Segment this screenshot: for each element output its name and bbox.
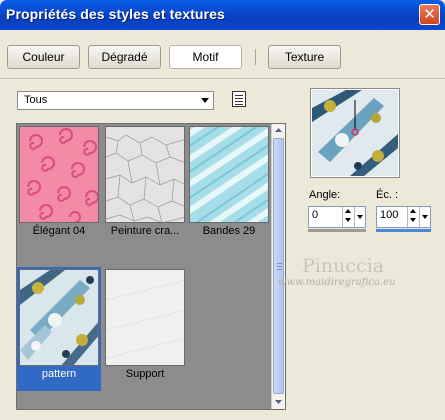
pink-swirl-pattern-icon	[19, 126, 99, 223]
gallery-item-caption: Peinture cra...	[110, 225, 180, 237]
pattern-gallery: Élégant 04 Peinture cra... Bandes 29 pat…	[16, 123, 286, 410]
divider	[0, 78, 445, 79]
scale-slider[interactable]	[376, 229, 431, 232]
white-texture-pattern-icon	[105, 269, 185, 366]
watermark-name: Pinuccia	[302, 255, 385, 277]
category-dropdown[interactable]: Tous	[17, 91, 214, 110]
angle-dropdown[interactable]	[354, 207, 365, 227]
scale-stepper[interactable]	[407, 207, 418, 227]
scroll-down-icon[interactable]	[272, 395, 285, 408]
tab-couleur[interactable]: Couleur	[7, 45, 80, 69]
angle-stepper[interactable]	[342, 207, 353, 227]
watermark-url: www.maidiregrafica.eu	[278, 277, 396, 288]
scroll-up-icon[interactable]	[272, 124, 285, 137]
gallery-scrollbar[interactable]	[271, 124, 285, 409]
blue-stripes-pattern-icon	[189, 126, 269, 223]
angle-slider[interactable]	[308, 229, 366, 232]
crackle-paint-pattern-icon	[105, 126, 185, 223]
close-button[interactable]: ✕	[419, 4, 440, 25]
angle-field[interactable]: 0	[308, 206, 366, 228]
gallery-item-elegant-04[interactable]: Élégant 04	[19, 126, 99, 242]
gallery-item-caption: Bandes 29	[202, 225, 256, 237]
pattern-preview[interactable]	[310, 88, 400, 178]
scale-dropdown[interactable]	[419, 207, 430, 227]
gallery-item-caption: Support	[125, 368, 165, 380]
scale-field[interactable]: 100	[376, 206, 431, 228]
angle-label: Angle:	[309, 189, 341, 201]
scale-label: Éc. :	[376, 189, 399, 201]
title-bar[interactable]: Propriétés des styles et textures ✕	[0, 0, 445, 30]
list-view-icon[interactable]	[232, 91, 246, 107]
styles-textures-dialog: Propriétés des styles et textures ✕ Coul…	[0, 0, 445, 420]
scrollbar-thumb[interactable]	[273, 138, 284, 394]
gallery-item-caption: pattern	[41, 368, 77, 380]
gallery-item-bandes-29[interactable]: Bandes 29	[189, 126, 269, 242]
blue-floral-pattern-icon	[19, 269, 99, 366]
gallery-item-support[interactable]: Support	[105, 269, 185, 385]
gallery-item-peinture[interactable]: Peinture cra...	[105, 126, 185, 242]
tab-separator	[255, 49, 256, 65]
window-title: Propriétés des styles et textures	[6, 6, 225, 22]
scale-value: 100	[380, 209, 399, 221]
chevron-down-icon	[201, 98, 209, 103]
tab-degrade[interactable]: Dégradé	[88, 45, 161, 69]
tab-texture[interactable]: Texture	[268, 45, 341, 69]
tab-motif[interactable]: Motif	[169, 45, 242, 69]
category-selected: Tous	[24, 94, 48, 106]
gallery-item-caption: Élégant 04	[32, 225, 86, 237]
angle-value: 0	[312, 209, 319, 221]
gallery-item-pattern[interactable]: pattern	[17, 267, 101, 391]
